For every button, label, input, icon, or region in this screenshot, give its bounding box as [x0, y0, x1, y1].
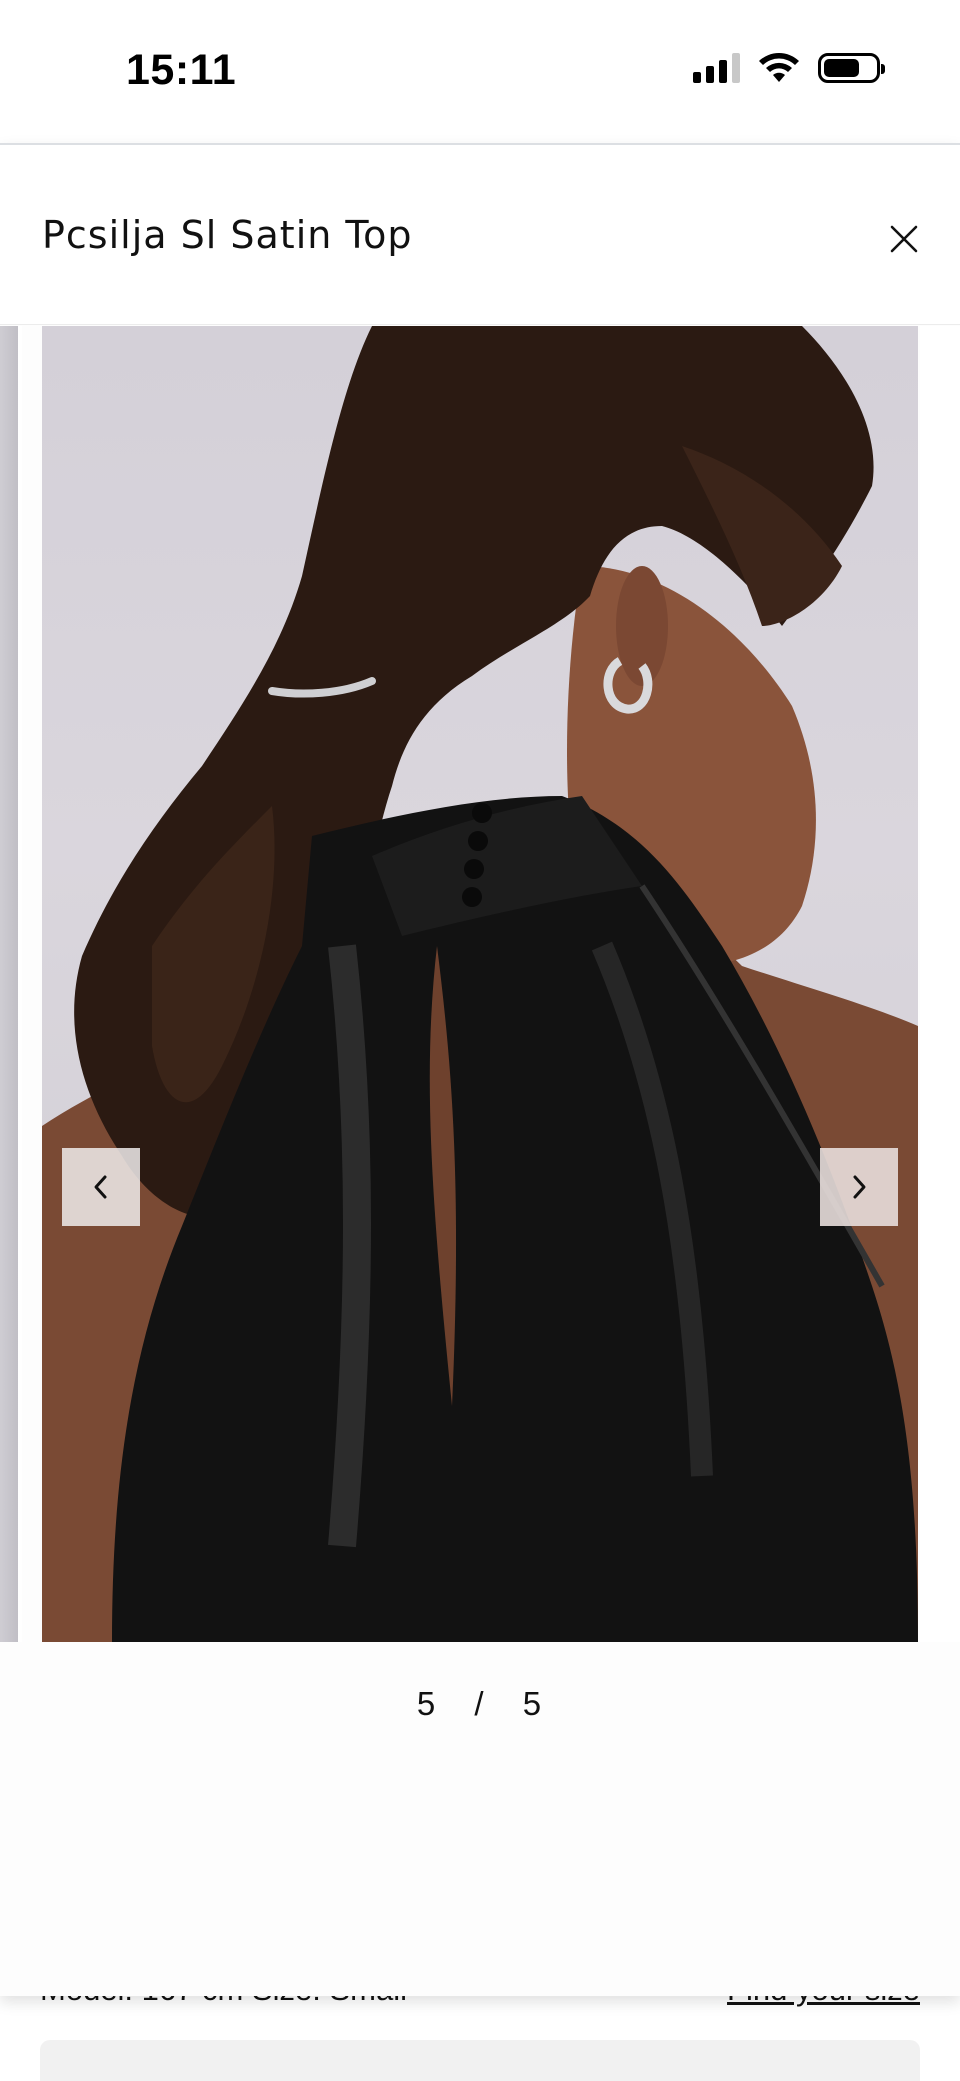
product-image	[42, 326, 918, 1642]
size-select[interactable]	[40, 2040, 920, 2081]
next-image-button[interactable]	[820, 1148, 898, 1226]
counter-separator: /	[474, 1685, 486, 1722]
status-bar: 15:11	[0, 0, 960, 142]
image-counter: 5 / 5	[0, 1685, 960, 1723]
next-slide-peek	[920, 326, 960, 1642]
modal-header: Pcsilja Sl Satin Top	[0, 145, 960, 325]
status-time: 15:11	[126, 46, 237, 94]
chevron-right-icon	[853, 1175, 866, 1199]
battery-icon	[818, 53, 885, 83]
chevron-left-icon	[94, 1175, 107, 1199]
previous-slide-peek	[0, 326, 22, 1642]
image-gallery-modal: Pcsilja Sl Satin Top 5 / 5	[0, 143, 960, 1996]
close-icon	[890, 225, 918, 253]
total-image-count: 5	[522, 1685, 544, 1722]
modal-title: Pcsilja Sl Satin Top	[42, 213, 413, 257]
previous-image-button[interactable]	[62, 1148, 140, 1226]
close-button[interactable]	[874, 209, 934, 269]
wifi-icon	[759, 53, 799, 82]
status-icons	[693, 52, 885, 84]
current-image-number: 5	[416, 1685, 438, 1722]
image-carousel[interactable]	[0, 326, 960, 1642]
cellular-signal-icon	[693, 53, 740, 83]
